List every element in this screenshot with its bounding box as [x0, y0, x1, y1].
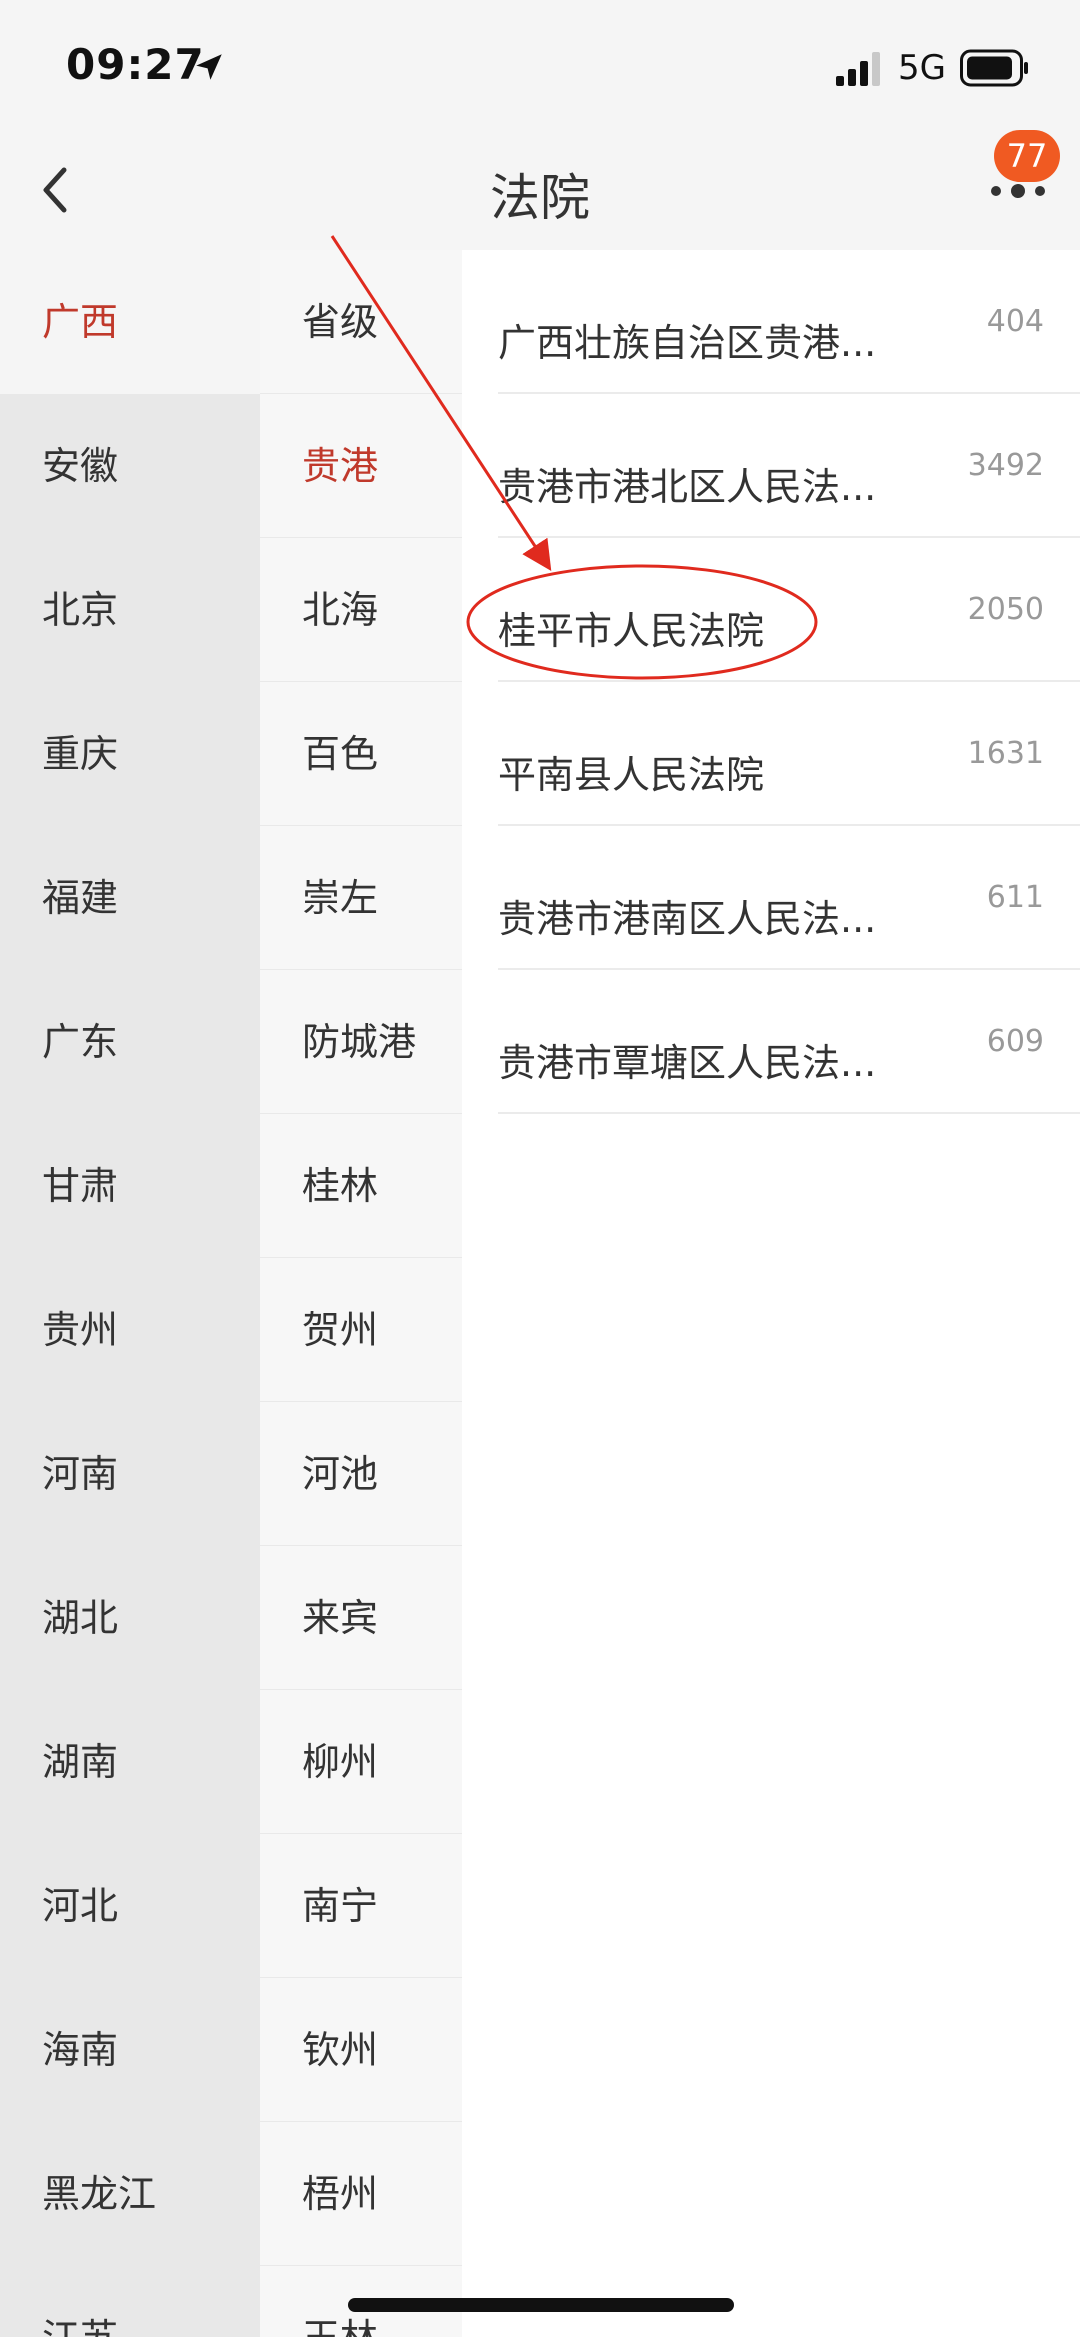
city-item[interactable]: 桂林 — [260, 1114, 462, 1258]
province-item[interactable]: 广东 — [0, 970, 260, 1114]
city-item[interactable]: 河池 — [260, 1402, 462, 1546]
notification-badge: 77 — [994, 130, 1060, 182]
court-list-item[interactable]: 贵港市港北区人民法... 3492 — [498, 394, 1080, 538]
city-item[interactable]: 贵港 — [260, 394, 462, 538]
status-bar: 09:27 5G — [0, 0, 1080, 130]
city-item[interactable]: 防城港 — [260, 970, 462, 1114]
court-case-count: 611 — [986, 880, 1044, 915]
province-item[interactable]: 贵州 — [0, 1258, 260, 1402]
city-item[interactable]: 南宁 — [260, 1834, 462, 1978]
court-name: 贵港市港北区人民法... — [498, 465, 877, 509]
back-chevron-icon[interactable] — [36, 160, 76, 220]
city-item[interactable]: 贺州 — [260, 1258, 462, 1402]
city-item[interactable]: 来宾 — [260, 1546, 462, 1690]
status-time: 09:27 — [66, 40, 205, 89]
province-item[interactable]: 甘肃 — [0, 1114, 260, 1258]
city-item[interactable]: 柳州 — [260, 1690, 462, 1834]
court-name: 平南县人民法院 — [498, 753, 765, 797]
signal-icon — [836, 52, 880, 86]
court-name: 广西壮族自治区贵港... — [498, 321, 877, 365]
city-list: 省级 贵港 北海 百色 崇左 防城港 桂林 贺州 河池 来宾 柳州 南宁 钦州 … — [260, 250, 462, 2337]
location-arrow-icon — [196, 54, 222, 80]
province-item[interactable]: 湖北 — [0, 1546, 260, 1690]
city-item[interactable]: 百色 — [260, 682, 462, 826]
court-name: 贵港市覃塘区人民法... — [498, 1041, 877, 1085]
court-case-count: 3492 — [967, 448, 1044, 483]
nav-bar: 法院 77 — [0, 130, 1080, 250]
province-item[interactable]: 广西 — [0, 250, 260, 394]
court-list: 广西壮族自治区贵港... 404 贵港市港北区人民法... 3492 桂平市人民… — [462, 250, 1080, 2337]
city-item[interactable]: 钦州 — [260, 1978, 462, 2122]
province-item[interactable]: 河北 — [0, 1834, 260, 1978]
province-item[interactable]: 重庆 — [0, 682, 260, 826]
court-list-item[interactable]: 桂平市人民法院 2050 — [498, 538, 1080, 682]
province-item[interactable]: 海南 — [0, 1978, 260, 2122]
court-list-item[interactable]: 广西壮族自治区贵港... 404 — [498, 250, 1080, 394]
city-item[interactable]: 梧州 — [260, 2122, 462, 2266]
province-item[interactable]: 北京 — [0, 538, 260, 682]
city-item[interactable]: 北海 — [260, 538, 462, 682]
province-item[interactable]: 河南 — [0, 1402, 260, 1546]
city-item[interactable]: 崇左 — [260, 826, 462, 970]
court-name: 贵港市港南区人民法... — [498, 897, 877, 941]
network-type: 5G — [898, 48, 946, 88]
province-list: 广西 安徽 北京 重庆 福建 广东 甘肃 贵州 河南 湖北 湖南 河北 海南 黑… — [0, 250, 260, 2337]
province-item[interactable]: 湖南 — [0, 1690, 260, 1834]
court-case-count: 1631 — [967, 736, 1044, 771]
court-list-item[interactable]: 平南县人民法院 1631 — [498, 682, 1080, 826]
court-case-count: 404 — [986, 304, 1044, 339]
court-case-count: 609 — [986, 1024, 1044, 1059]
court-list-item[interactable]: 贵港市覃塘区人民法... 609 — [498, 970, 1080, 1114]
province-item[interactable]: 黑龙江 — [0, 2122, 260, 2266]
page-title: 法院 — [490, 169, 590, 227]
home-indicator — [348, 2298, 734, 2312]
court-list-item[interactable]: 贵港市港南区人民法... 611 — [498, 826, 1080, 970]
province-item[interactable]: 江苏 — [0, 2266, 260, 2337]
court-case-count: 2050 — [967, 592, 1044, 627]
province-item[interactable]: 安徽 — [0, 394, 260, 538]
city-item[interactable]: 省级 — [260, 250, 462, 394]
court-name: 桂平市人民法院 — [498, 609, 765, 653]
battery-icon — [960, 49, 1028, 87]
province-item[interactable]: 福建 — [0, 826, 260, 970]
